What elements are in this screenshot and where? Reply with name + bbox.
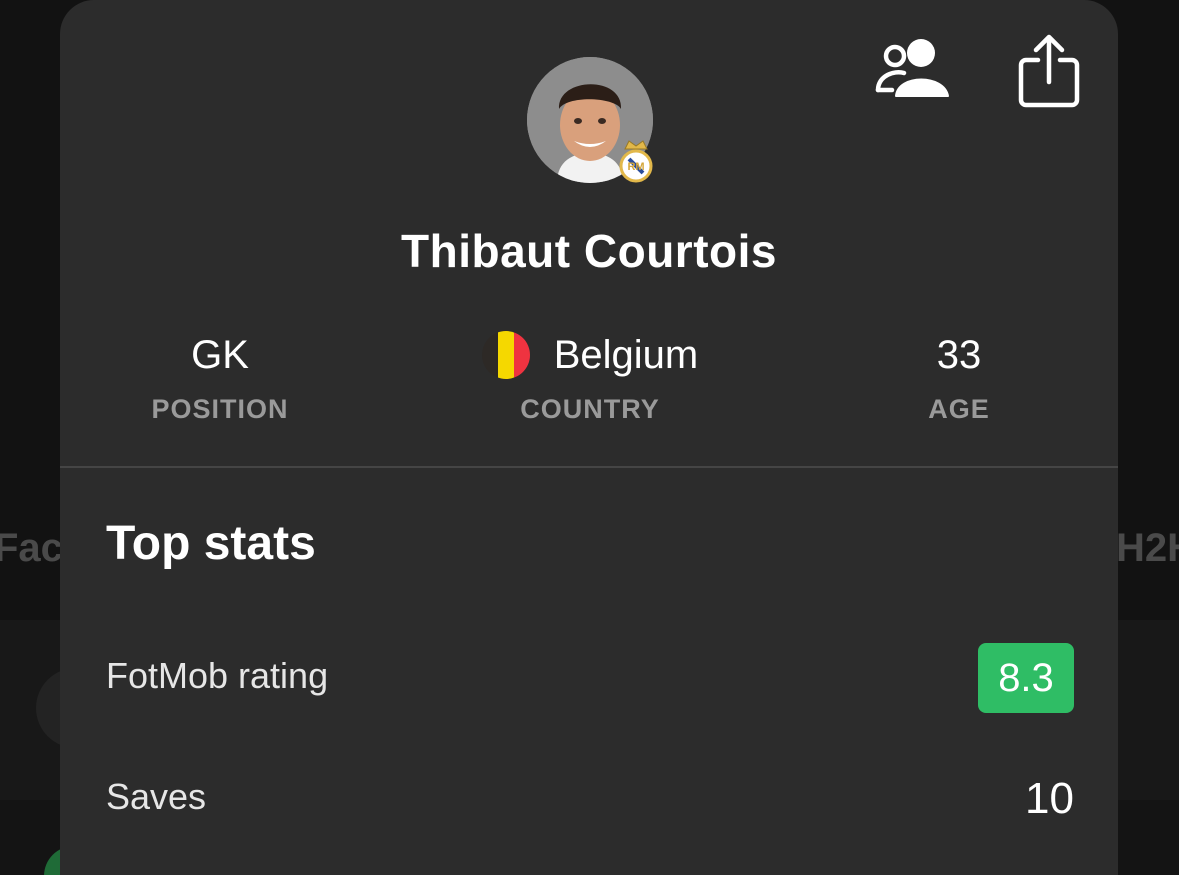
stat-label: FotMob rating [106,655,329,696]
page: Fac H2H [0,0,1179,875]
rating-badge: 8.3 [978,643,1074,713]
stat-label: Saves [106,776,207,817]
stat-value: 10 [1025,774,1074,823]
country-label: COUNTRY [520,394,660,424]
country-info[interactable]: Belgium COUNTRY [410,330,770,425]
position-value: GK [191,333,249,377]
stat-row-fotmob-rating: FotMob rating 8.3 [106,643,1074,713]
age-info: 33 AGE [779,330,1139,425]
belgium-flag-icon [481,331,530,379]
svg-text:RM: RM [627,161,644,173]
share-icon[interactable] [1018,34,1080,108]
age-value: 33 [936,333,982,377]
real-madrid-crest-icon: RM [619,140,653,183]
divider [60,466,1118,468]
position-label: POSITION [151,394,289,424]
compare-players-icon[interactable] [874,38,950,100]
age-label: AGE [928,394,990,424]
player-sheet: RM Thibaut Courtois GK POSITION Belgium [60,0,1118,875]
position-info: GK POSITION [40,330,400,425]
country-value: Belgium [553,333,699,377]
background-tab-h2h: H2H [1116,526,1179,570]
player-name: Thibaut Courtois [401,225,777,277]
stat-row-saves: Saves 10 [106,764,1074,834]
top-stats-title: Top stats [106,517,316,570]
background-tab-facts: Fac [0,526,63,570]
